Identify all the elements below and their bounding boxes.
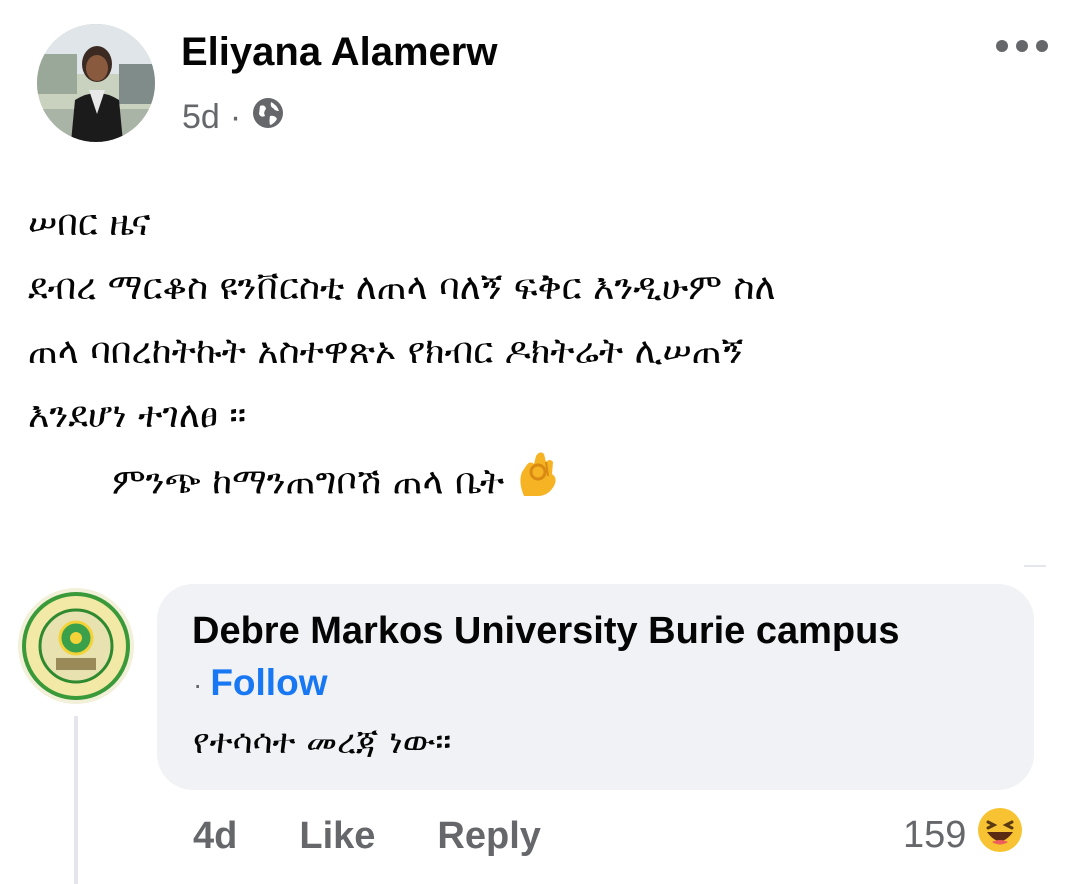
comment-thread-line (74, 716, 78, 884)
ok-hand-icon (516, 448, 560, 519)
post-source-text: ምንጭ ከማንጠግቦሽ ጠላ ቤት (112, 461, 505, 503)
meta-separator: · (229, 97, 242, 136)
reply-button[interactable]: Reply (437, 815, 540, 858)
post-body: ሠበር ዜና ደብረ ማርቆስ ዩንቨርስቲ ለጠላ ባለኝ ፍቅር እንዲሁም… (28, 192, 1028, 519)
post-text-line: ምንጭ ከማንጠግቦሽ ጠላ ቤት (28, 448, 1028, 519)
comment-time[interactable]: 4d (193, 815, 237, 858)
laughing-emoji-icon (966, 806, 1024, 864)
like-button[interactable]: Like (299, 815, 375, 858)
author-name[interactable]: Eliyana Alamerw (181, 30, 497, 75)
divider (1024, 565, 1046, 567)
post-text-line: ደብረ ማርቆስ ዩንቨርስቲ ለጠላ ባለኝ ፍቅር እንዲሁም ስለ (28, 267, 776, 308)
post-meta: 5d · (182, 96, 285, 138)
comment-bubble: Debre Markos University Burie campus · Fo… (157, 584, 1034, 790)
post-text-line: ጠላ ባበረከትኩት አስተዋጽኦ የክብር ዶክትሬት ሊሠጠኝ (28, 331, 744, 372)
author-avatar[interactable] (37, 24, 155, 142)
reaction-count: 159 (903, 813, 967, 856)
follow-row: · Follow (193, 662, 327, 704)
post-time[interactable]: 5d (182, 98, 220, 137)
post-text-line: እንደሆነ ተገለፀ ። (28, 395, 247, 436)
profile-photo (37, 24, 155, 142)
more-options-icon[interactable] (996, 36, 1048, 56)
globe-icon[interactable] (251, 96, 285, 139)
post-text-line: ሠበር ዜና (28, 203, 151, 244)
university-logo[interactable] (16, 586, 136, 706)
follow-button[interactable]: Follow (210, 662, 327, 703)
comment-text: የተሳሳተ መረጃ ነው። (193, 722, 452, 762)
comment-actions: 4d Like Reply (193, 812, 541, 860)
follow-separator: · (193, 669, 203, 701)
reaction-summary[interactable]: 159 (903, 808, 1024, 860)
comment-author[interactable]: Debre Markos University Burie campus (192, 610, 900, 653)
